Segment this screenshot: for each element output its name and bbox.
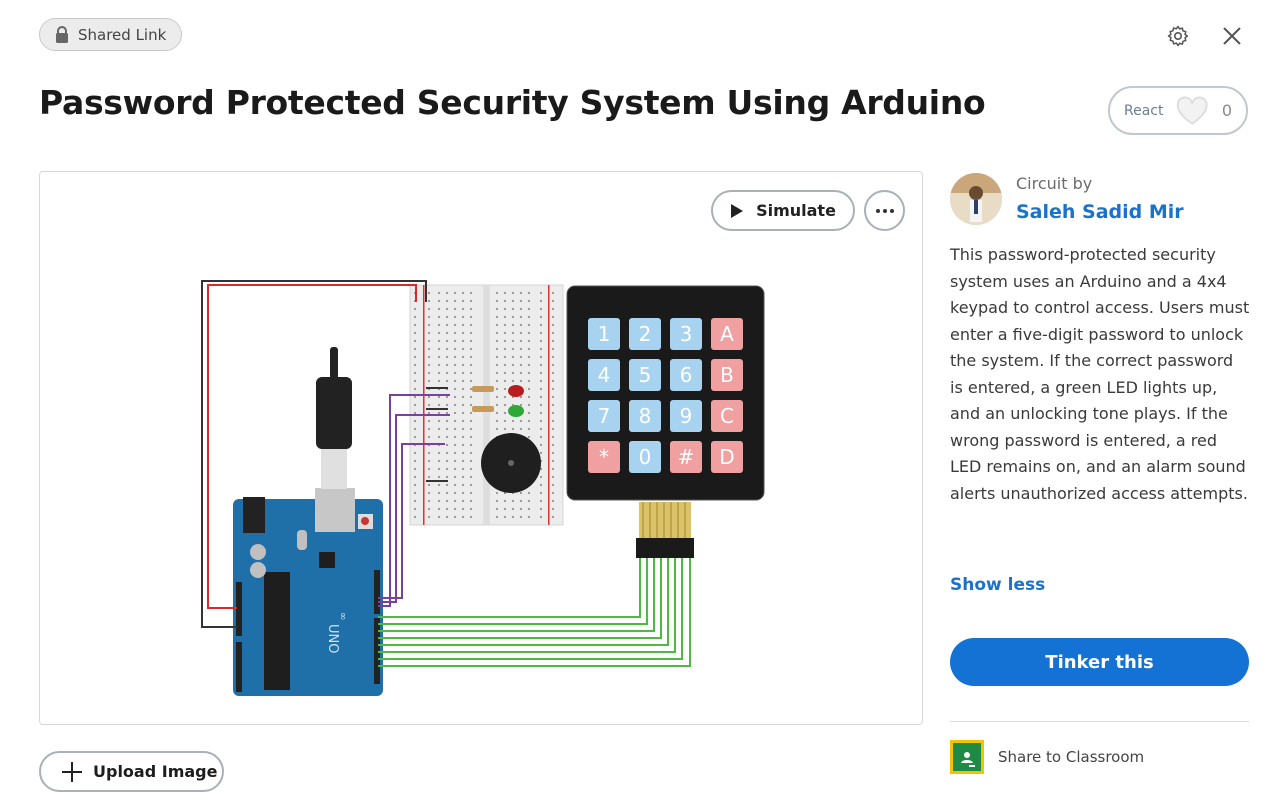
lock-icon [56,26,68,43]
breadboard [409,284,564,526]
more-options-button[interactable] [864,190,905,231]
shared-link-badge[interactable]: Shared Link [39,18,182,51]
keypad-key-label: 2 [639,322,652,346]
classroom-icon [950,740,984,774]
heart-icon [1177,95,1209,125]
keypad-key-label: 5 [639,363,652,387]
simulate-label: Simulate [756,201,836,220]
arduino-board: ∞ UNO [233,488,383,696]
divider [950,721,1249,722]
page-title: Password Protected Security System Using… [39,83,986,122]
close-button[interactable] [1218,22,1246,50]
keypad-key-label: 6 [680,363,693,387]
simulate-button[interactable]: Simulate [711,190,855,231]
circuit-by-label: Circuit by [1016,174,1093,193]
keypad-key-label: # [678,445,695,469]
keypad-key-label: 3 [680,322,693,346]
share-to-classroom-label: Share to Classroom [998,748,1145,766]
settings-button[interactable] [1164,22,1192,50]
keypad-key-label: * [599,445,609,469]
svg-text:∞: ∞ [337,612,348,620]
keypad-key-label: C [720,404,734,428]
close-icon [1223,27,1241,45]
circuit-canvas[interactable]: 1 2 3 A 4 5 6 B 7 8 9 C * 0 # D ∞ UNO Si… [39,171,923,725]
keypad-key-label: 0 [639,445,652,469]
keypad-key-label: B [720,363,734,387]
share-to-classroom-button[interactable]: Share to Classroom [950,740,1144,774]
keypad-key-label: 1 [598,322,611,346]
show-less-link[interactable]: Show less [950,575,1045,595]
react-count: 0 [1221,101,1232,120]
keypad-key-label: 7 [598,404,611,428]
react-button[interactable]: React 0 [1108,86,1248,135]
gear-icon [1167,25,1189,47]
keypad-key-label: A [720,322,734,346]
circuit-diagram: 1 2 3 A 4 5 6 B 7 8 9 C * 0 # D ∞ UNO [201,280,765,696]
tinker-this-button[interactable]: Tinker this [950,638,1249,686]
circuit-description: This password-protected security system … [950,245,1250,503]
react-label: React [1124,102,1164,119]
author-photo [950,173,1002,225]
upload-label: Upload Image [93,762,218,781]
shared-link-label: Shared Link [78,25,167,44]
play-icon [731,203,744,218]
keypad-key-label: 4 [598,363,611,387]
more-icon [875,208,894,213]
author-link[interactable]: Saleh Sadid Mir [1016,201,1184,223]
upload-image-button[interactable]: Upload Image [39,751,224,792]
keypad-key-label: 8 [639,404,652,428]
keypad-key-label: 9 [680,404,693,428]
arduino-label: UNO [325,624,340,653]
avatar[interactable] [950,173,1002,225]
plus-icon [62,761,82,782]
keypad-key-label: D [719,445,734,469]
